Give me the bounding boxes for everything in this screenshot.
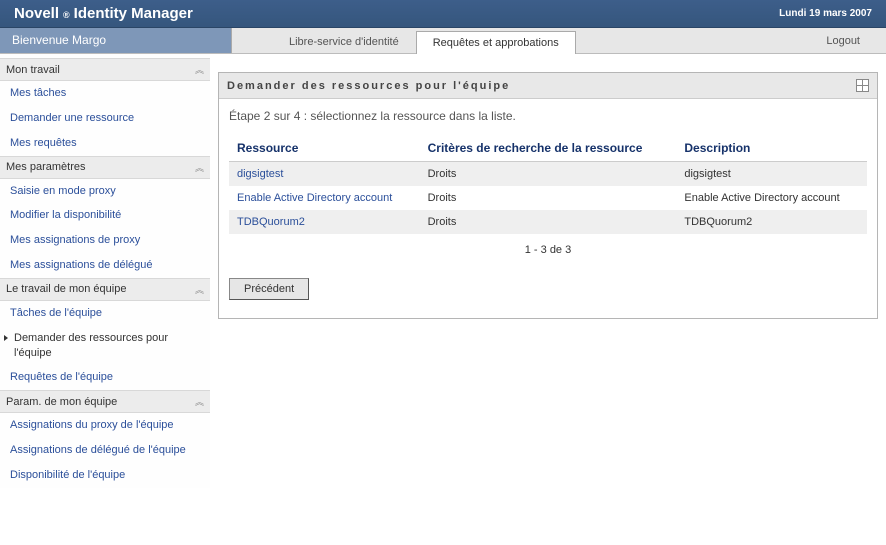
main-content: Demander des ressources pour l'équipe Ét… — [210, 54, 886, 488]
criteria-cell: Droits — [420, 186, 677, 210]
sidebar-section-header[interactable]: Mes paramètres ︽ — [0, 156, 210, 179]
sidebar-item[interactable]: Saisie en mode proxy — [0, 179, 210, 204]
step-text: Étape 2 sur 4 : sélectionnez la ressourc… — [229, 109, 867, 123]
sidebar-item[interactable]: Tâches de l'équipe — [0, 301, 210, 326]
table-row: TDBQuorum2DroitsTDBQuorum2 — [229, 210, 867, 234]
sidebar-item[interactable]: Requêtes de l'équipe — [0, 365, 210, 390]
tab-requests[interactable]: Requêtes et approbations — [416, 31, 576, 54]
sidebar-section-title: Mes paramètres — [6, 161, 85, 173]
current-date: Lundi 19 mars 2007 — [779, 8, 872, 19]
table-row: Enable Active Directory accountDroitsEna… — [229, 186, 867, 210]
panel-body: Étape 2 sur 4 : sélectionnez la ressourc… — [219, 99, 877, 318]
sidebar-item[interactable]: Demander une ressource — [0, 106, 210, 131]
panel-header: Demander des ressources pour l'équipe — [219, 73, 877, 99]
sidebar-section-title: Param. de mon équipe — [6, 396, 117, 408]
sidebar-item[interactable]: Assignations de délégué de l'équipe — [0, 438, 210, 463]
col-description: Description — [676, 135, 867, 162]
sidebar-item[interactable]: Mes assignations de délégué — [0, 253, 210, 278]
brand-left: Novell — [14, 5, 59, 22]
welcome-message: Bienvenue Margo — [0, 28, 232, 53]
col-resource: Ressource — [229, 135, 420, 162]
collapse-icon[interactable]: ︽ — [195, 395, 204, 408]
grid-icon[interactable] — [856, 79, 869, 92]
description-cell: TDBQuorum2 — [676, 210, 867, 234]
tab-self-service[interactable]: Libre-service d'identité — [272, 30, 416, 53]
sidebar-item[interactable]: Mes assignations de proxy — [0, 228, 210, 253]
sidebar-item[interactable]: Mes tâches — [0, 81, 210, 106]
description-cell: Enable Active Directory account — [676, 186, 867, 210]
sidebar-item[interactable]: Assignations du proxy de l'équipe — [0, 413, 210, 438]
sidebar-item[interactable]: Demander des ressources pour l'équipe — [0, 326, 210, 366]
sidebar-section-title: Mon travail — [6, 64, 60, 76]
panel: Demander des ressources pour l'équipe Ét… — [218, 72, 878, 319]
collapse-icon[interactable]: ︽ — [195, 63, 204, 76]
table-row: digsigtestDroitsdigsigtest — [229, 162, 867, 187]
topbar: Novell ® Identity Manager Lundi 19 mars 2… — [0, 0, 886, 28]
collapse-icon[interactable]: ︽ — [195, 161, 204, 174]
resource-link[interactable]: digsigtest — [229, 162, 420, 187]
tabs-area: Libre-service d'identité Requêtes et app… — [232, 28, 886, 53]
sidebar-section-header[interactable]: Param. de mon équipe ︽ — [0, 390, 210, 413]
registered-mark: ® — [63, 10, 70, 20]
pager: 1 - 3 de 3 — [229, 234, 867, 260]
sidebar-item[interactable]: Modifier la disponibilité — [0, 203, 210, 228]
product-title: Novell ® Identity Manager — [14, 5, 193, 22]
sidebar-item[interactable]: Disponibilité de l'équipe — [0, 463, 210, 488]
sidebar-section-header[interactable]: Le travail de mon équipe ︽ — [0, 278, 210, 301]
panel-title: Demander des ressources pour l'équipe — [227, 80, 510, 92]
sidebar-section-title: Le travail de mon équipe — [6, 283, 126, 295]
criteria-cell: Droits — [420, 162, 677, 187]
back-button[interactable]: Précédent — [229, 278, 309, 300]
resource-table: Ressource Critères de recherche de la re… — [229, 135, 867, 234]
criteria-cell: Droits — [420, 210, 677, 234]
subbar: Bienvenue Margo Libre-service d'identité… — [0, 28, 886, 54]
collapse-icon[interactable]: ︽ — [195, 283, 204, 296]
description-cell: digsigtest — [676, 162, 867, 187]
brand-right: Identity Manager — [74, 5, 193, 22]
resource-link[interactable]: TDBQuorum2 — [229, 210, 420, 234]
sidebar: Mon travail ︽ Mes tâchesDemander une resso… — [0, 54, 210, 488]
col-criteria: Critères de recherche de la ressource — [420, 135, 677, 162]
sidebar-section-header[interactable]: Mon travail ︽ — [0, 58, 210, 81]
logout-link[interactable]: Logout — [810, 29, 876, 53]
sidebar-item[interactable]: Mes requêtes — [0, 131, 210, 156]
resource-link[interactable]: Enable Active Directory account — [229, 186, 420, 210]
